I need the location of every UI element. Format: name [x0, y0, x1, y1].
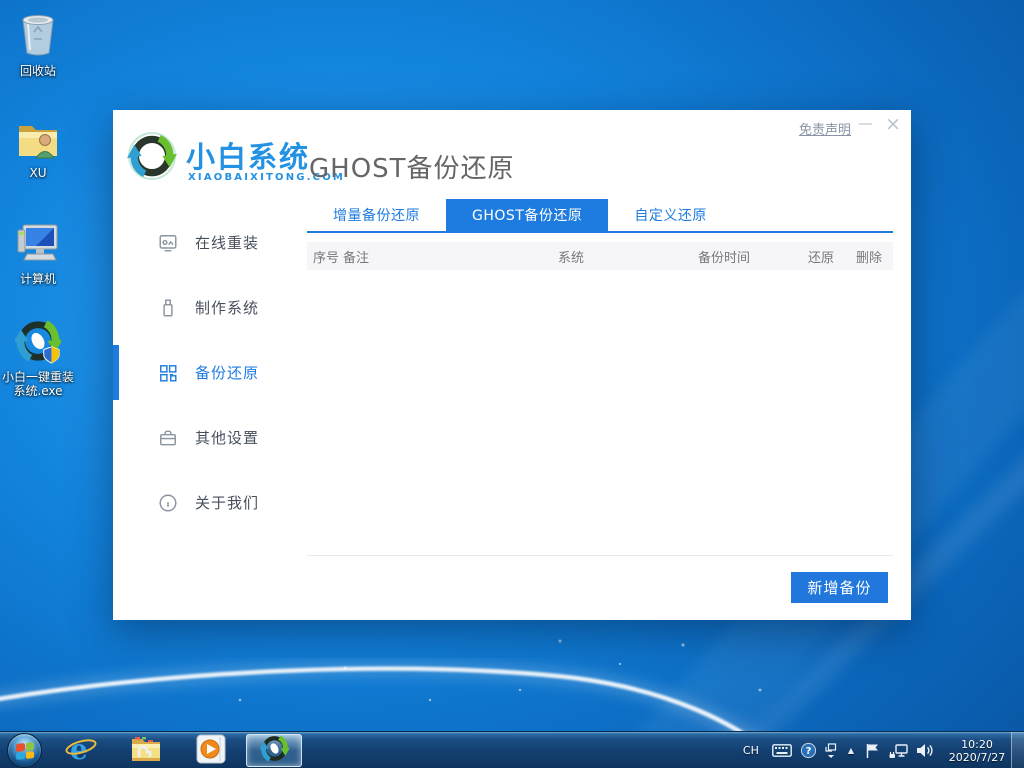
tab-ghost-backup-restore[interactable]: GHOST备份还原 [446, 199, 608, 231]
sidebar-item-label: 其他设置 [195, 427, 259, 448]
tab-bar: 增量备份还原 GHOST备份还原 自定义还原 [307, 199, 893, 233]
monitor-reinstall-icon [158, 233, 178, 253]
window-restore-icon[interactable] [825, 743, 837, 759]
desktop-icon-recycle-bin[interactable]: 回收站 [0, 12, 81, 78]
show-hidden-icons-button[interactable]: ▲ [848, 746, 854, 755]
clock-date: 2020/7/27 [946, 751, 1008, 764]
sidebar-item-other-settings[interactable]: 其他设置 [113, 405, 307, 470]
taskbar-xiaobai-app-button[interactable] [246, 734, 302, 767]
column-header-note: 备注 [343, 247, 558, 266]
brand-name: 小白系统 [186, 134, 310, 176]
new-backup-button[interactable]: 新增备份 [791, 572, 888, 603]
show-desktop-button[interactable] [1011, 732, 1024, 768]
sidebar-item-about-us[interactable]: 关于我们 [113, 470, 307, 535]
user-folder-icon [15, 118, 61, 164]
start-button[interactable] [7, 733, 42, 768]
keyboard-icon[interactable] [772, 744, 792, 757]
xiaobai-app-icon [15, 318, 61, 368]
column-header-restore: 还原 [808, 247, 856, 266]
minimize-button[interactable]: — [858, 114, 873, 132]
taskbar-clock[interactable]: 10:20 2020/7/27 [946, 738, 1008, 764]
computer-icon [15, 222, 61, 270]
svg-text:?: ? [805, 746, 811, 757]
desktop-icon-label: 小白一键重装系统.exe [0, 370, 79, 398]
content-panel: 增量备份还原 GHOST备份还原 自定义还原 序号 备注 系统 备份时间 还原 … [307, 199, 893, 620]
tab-incremental-backup-restore[interactable]: 增量备份还原 [307, 199, 446, 231]
tab-custom-restore[interactable]: 自定义还原 [608, 199, 733, 231]
network-icon[interactable] [889, 743, 908, 759]
taskbar-explorer-button[interactable] [115, 734, 177, 767]
desktop-icon-computer[interactable]: 计算机 [0, 222, 81, 286]
svg-text:e: e [70, 733, 88, 765]
app-window: 小白系统 XIAOBAIXITONG.COM GHOST备份还原 免责声明 — … [113, 110, 911, 620]
volume-icon[interactable] [916, 743, 934, 758]
column-header-system: 系统 [558, 247, 698, 266]
internet-explorer-icon: e [65, 733, 97, 768]
backup-grid-icon [158, 363, 178, 383]
sidebar-item-make-system[interactable]: 制作系统 [113, 275, 307, 340]
xiaobai-app-icon [260, 734, 289, 767]
disclaimer-link[interactable]: 免责声明 [799, 119, 851, 138]
toolbox-icon [158, 428, 178, 448]
help-icon[interactable]: ? [800, 742, 817, 759]
clock-time: 10:20 [946, 738, 1008, 751]
info-circle-icon [158, 493, 178, 513]
sidebar-item-label: 制作系统 [195, 297, 259, 318]
sidebar-item-online-reinstall[interactable]: 在线重装 [113, 210, 307, 275]
desktop-icon-label: XU [0, 166, 81, 180]
sidebar-item-label: 备份还原 [195, 362, 259, 383]
table-header-row: 序号 备注 系统 备份时间 还原 删除 [307, 242, 893, 270]
desktop: 回收站 XU 计算机 [0, 0, 1024, 768]
desktop-icon-xu-folder[interactable]: XU [0, 118, 81, 180]
sidebar-item-label: 在线重装 [195, 232, 259, 253]
xiaobai-logo-icon [127, 131, 177, 181]
footer-divider [307, 555, 893, 556]
column-header-backup-time: 备份时间 [698, 247, 808, 266]
folder-explorer-icon [130, 735, 162, 767]
action-center-flag-icon[interactable] [865, 743, 881, 759]
sidebar-item-label: 关于我们 [195, 492, 259, 513]
column-header-index: 序号 [313, 247, 343, 266]
desktop-icon-label: 计算机 [0, 272, 81, 286]
taskbar-media-player-button[interactable] [180, 734, 242, 767]
recycle-bin-icon [16, 12, 60, 62]
close-button[interactable]: × [885, 113, 901, 135]
taskbar-internet-explorer-button[interactable]: e [50, 734, 112, 767]
desktop-icon-label: 回收站 [0, 64, 81, 78]
sidebar-item-backup-restore[interactable]: 备份还原 [113, 340, 307, 405]
language-indicator[interactable]: CH [743, 744, 759, 757]
usb-drive-icon [158, 298, 178, 318]
column-header-delete: 删除 [856, 247, 893, 266]
windows-flag-icon [16, 742, 34, 760]
taskbar: e [0, 731, 1024, 768]
desktop-icon-xiaobai-app[interactable]: 小白一键重装系统.exe [0, 318, 81, 398]
page-title: GHOST备份还原 [309, 148, 515, 185]
media-player-icon [196, 734, 226, 768]
system-tray: CH ? [743, 732, 1008, 768]
sidebar: 在线重装 制作系统 [113, 210, 307, 535]
